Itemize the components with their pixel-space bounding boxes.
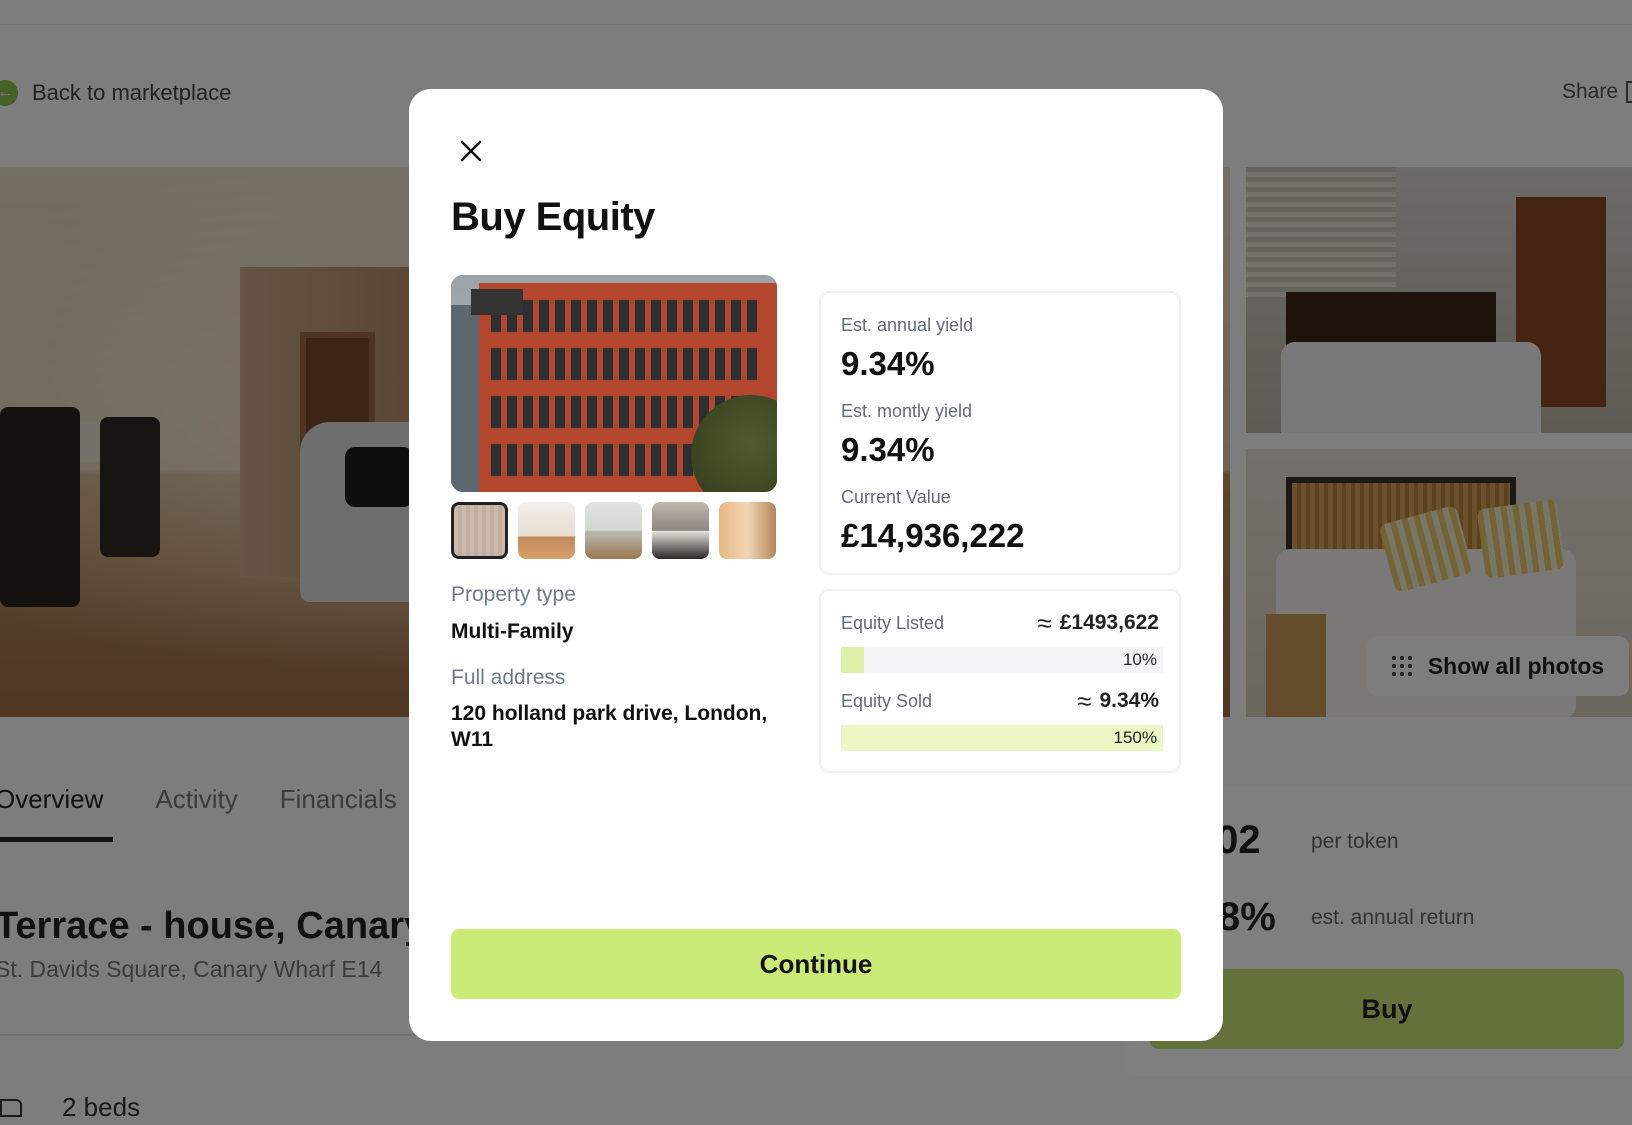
yield-stats-card: Est. annual yield 9.34% Est. montly yiel… [819,291,1181,575]
thumbnail-1[interactable] [451,502,508,559]
current-value-value: £14,936,222 [841,517,1025,554]
modal-title: Buy Equity [451,195,655,239]
approx-icon: ≈ [1037,608,1052,638]
monthly-yield-value: 9.34% [841,431,935,468]
annual-yield-value: 9.34% [841,345,935,382]
close-button[interactable] [451,131,491,171]
thumbnail-3[interactable] [585,502,642,559]
building-sign [471,289,523,315]
continue-label: Continue [759,948,873,979]
equity-listed-amount: £1493,622 [1059,611,1159,634]
property-type-value: Multi-Family [451,620,574,643]
approx-icon: ≈ [1077,686,1092,716]
equity-sold-bar: 150% [841,725,1163,751]
current-value-label: Current Value [841,487,951,507]
equity-sold-amount: 9.34% [1099,689,1159,712]
thumbnail-4[interactable] [652,502,709,559]
property-main-photo [451,275,777,492]
monthly-yield-label: Est. montly yield [841,401,973,421]
thumbnail-5[interactable] [719,502,776,559]
property-type-label: Property type [451,583,576,606]
equity-sold-label: Equity Sold [841,691,933,711]
full-address-value: 120 holland park drive, London, W11 [451,702,768,751]
equity-sold-value: ≈ 9.34% [1077,688,1159,714]
buy-equity-modal: Buy Equity Property type Multi-Family Fu… [409,89,1223,1041]
continue-button[interactable]: Continue [451,929,1181,999]
equity-listed-percent: 10% [1122,650,1157,669]
thumbnail-2[interactable] [518,502,575,559]
equity-sold-percent: 150% [1113,728,1157,747]
annual-yield-label: Est. annual yield [841,315,974,335]
equity-listed-value: ≈ £1493,622 [1037,610,1159,636]
full-address-label: Full address [451,666,566,689]
photo-thumbnails [451,502,776,559]
equity-card: Equity Listed ≈ £1493,622 10% Equity Sol… [819,589,1181,773]
close-icon [460,140,482,162]
equity-listed-bar-fill [841,647,864,673]
equity-listed-label: Equity Listed [841,613,945,633]
equity-listed-bar: 10% [841,647,1163,673]
